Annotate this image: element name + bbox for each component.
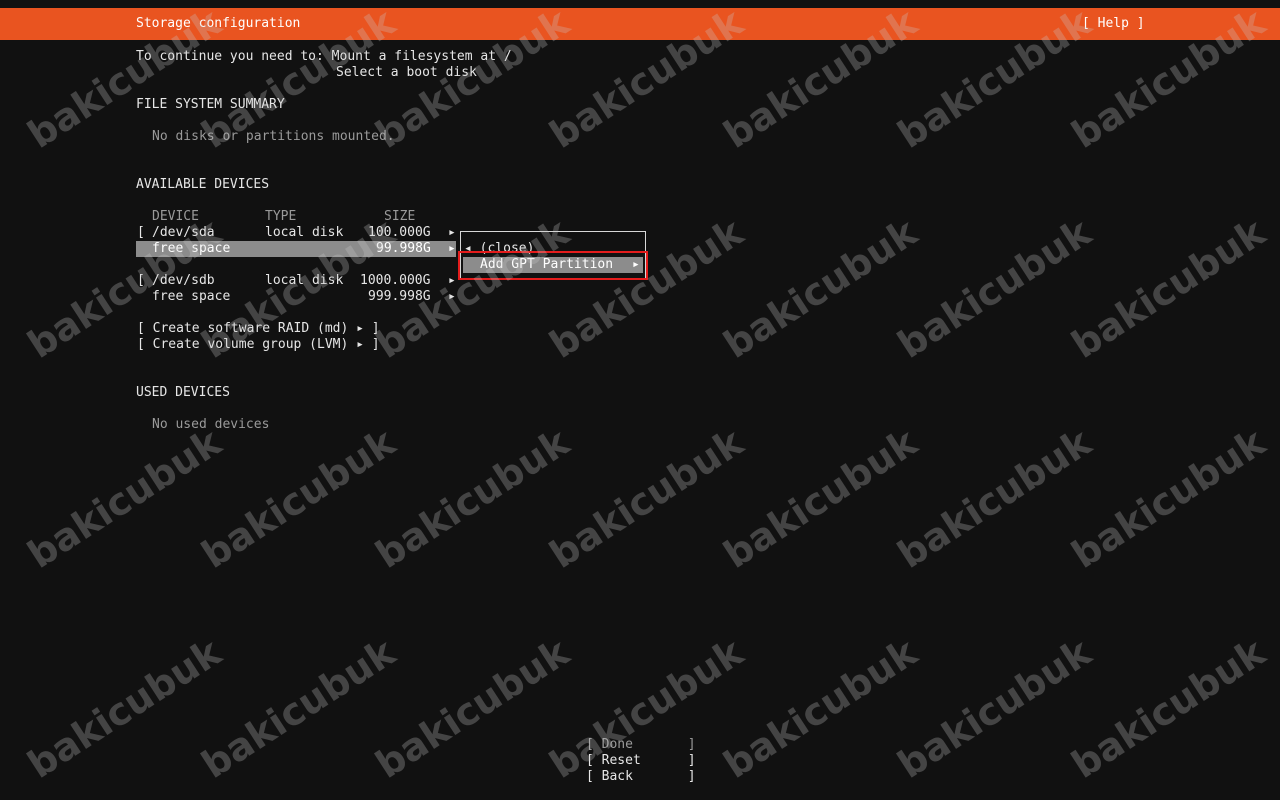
watermark-text: bakicubuk bbox=[20, 420, 229, 577]
used-devices-empty: No used devices bbox=[152, 417, 270, 432]
highlight-annotation-box bbox=[458, 251, 648, 280]
watermark-text: bakicubuk bbox=[368, 630, 577, 787]
device-size: 999.998G bbox=[368, 289, 431, 304]
row-arrow-icon[interactable]: ▸ bbox=[448, 273, 456, 289]
row-arrow-icon[interactable]: ▸ bbox=[448, 241, 456, 257]
column-device: DEVICE bbox=[152, 209, 199, 224]
device-name: free space bbox=[152, 289, 231, 304]
device-name: /dev/sdb bbox=[152, 273, 215, 288]
row-bracket: [ bbox=[137, 225, 145, 240]
watermark-text: bakicubuk bbox=[1064, 630, 1273, 787]
watermark-text: bakicubuk bbox=[1064, 420, 1273, 577]
row-arrow-icon[interactable]: ▸ bbox=[448, 289, 456, 305]
row-arrow-icon[interactable]: ▸ bbox=[448, 225, 456, 241]
done-button[interactable]: [ Done ] bbox=[586, 737, 696, 753]
fs-summary-heading: FILE SYSTEM SUMMARY bbox=[136, 97, 285, 112]
watermark-text: bakicubuk bbox=[890, 420, 1099, 577]
watermark-text: bakicubuk bbox=[368, 420, 577, 577]
back-button[interactable]: [ Back ] bbox=[586, 769, 696, 785]
reset-button[interactable]: [ Reset ] bbox=[586, 753, 696, 769]
column-type: TYPE bbox=[265, 209, 297, 224]
help-button[interactable]: [ Help ] bbox=[1082, 16, 1145, 31]
watermark-text: bakicubuk bbox=[542, 420, 751, 577]
page-title: Storage configuration bbox=[136, 16, 301, 31]
watermark-text: bakicubuk bbox=[716, 420, 925, 577]
intro-line-2: Select a boot disk bbox=[336, 65, 477, 80]
watermark-text: bakicubuk bbox=[716, 210, 925, 367]
device-name: /dev/sda bbox=[152, 225, 215, 240]
watermark-text: bakicubuk bbox=[1064, 210, 1273, 367]
device-size: 99.998G bbox=[376, 241, 431, 256]
available-devices-heading: AVAILABLE DEVICES bbox=[136, 177, 270, 192]
device-type: local disk bbox=[265, 273, 344, 288]
device-name: free space bbox=[152, 241, 231, 256]
watermark-text: bakicubuk bbox=[716, 630, 925, 787]
device-size: 100.000G bbox=[368, 225, 431, 240]
watermark-text: bakicubuk bbox=[194, 630, 403, 787]
column-size: SIZE bbox=[384, 209, 416, 224]
create-lvm-button[interactable]: [ Create volume group (LVM) ▸ ] bbox=[137, 337, 380, 353]
device-size: 1000.000G bbox=[360, 273, 431, 288]
title-bar: Storage configuration [ Help ] bbox=[0, 8, 1280, 40]
used-devices-heading: USED DEVICES bbox=[136, 385, 230, 400]
row-bracket: [ bbox=[137, 273, 145, 288]
watermark-text: bakicubuk bbox=[890, 630, 1099, 787]
device-type: local disk bbox=[265, 225, 344, 240]
fs-summary-empty: No disks or partitions mounted. bbox=[152, 129, 395, 144]
intro-line-1: To continue you need to: Mount a filesys… bbox=[136, 49, 512, 64]
watermark-text: bakicubuk bbox=[20, 630, 229, 787]
watermark-text: bakicubuk bbox=[890, 210, 1099, 367]
create-raid-button[interactable]: [ Create software RAID (md) ▸ ] bbox=[137, 321, 380, 337]
watermark-text: bakicubuk bbox=[194, 420, 403, 577]
top-strip bbox=[0, 0, 1280, 8]
